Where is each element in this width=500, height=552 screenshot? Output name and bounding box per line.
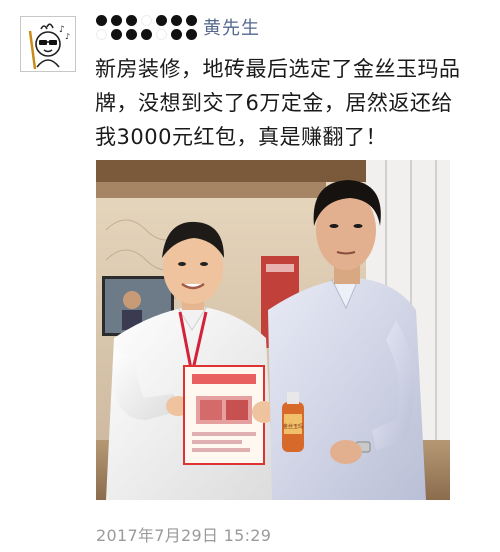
post-text-line: 牌，没想到交了6万定金，居然返还给 xyxy=(95,91,453,115)
author-name-row[interactable]: 黄先生 xyxy=(96,10,260,44)
svg-text:♪: ♪ xyxy=(65,32,70,41)
two-men-holding-red-envelope-photo: 金丝玉玛 xyxy=(96,160,450,500)
author-avatar[interactable]: ♪ ♪ xyxy=(20,16,76,72)
post-timestamp: 2017年7月29日 15:29 xyxy=(96,526,272,545)
post-text-line: 新房装修，地砖最后选定了金丝玉玛品 xyxy=(95,57,461,81)
censored-name-mosaic xyxy=(96,14,197,40)
post-body-text: 新房装修，地砖最后选定了金丝玉玛品 牌，没想到交了6万定金，居然返还给 我300… xyxy=(95,52,480,154)
bottle-label: 金丝玉玛 xyxy=(283,423,303,430)
cartoon-face-with-sunglasses-icon: ♪ ♪ xyxy=(21,17,75,71)
svg-text:♪: ♪ xyxy=(59,25,65,35)
post-photo[interactable]: 金丝玉玛 xyxy=(96,160,450,500)
post-text-line: 我3000元红包，真是赚翻了！ xyxy=(95,125,387,149)
author-nickname[interactable]: 黄先生 xyxy=(203,14,260,40)
